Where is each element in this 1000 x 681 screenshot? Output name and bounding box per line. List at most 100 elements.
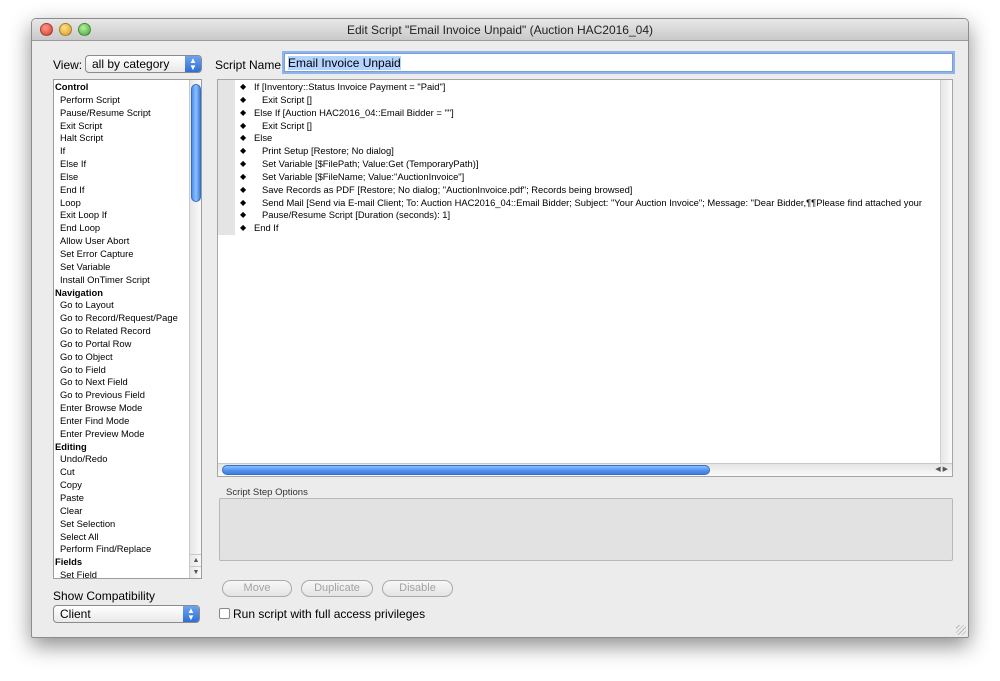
script-line[interactable]: ◆ If [Inventory::Status Invoice Payment =…: [218, 81, 940, 94]
script-line-text: Pause/Resume Script [Duration (seconds):…: [262, 209, 451, 221]
disable-button[interactable]: Disable: [382, 580, 453, 597]
drag-handle-icon[interactable]: ◆: [240, 222, 246, 235]
step-category: Editing: [55, 440, 87, 452]
step-item[interactable]: Select All: [54, 531, 201, 544]
drag-handle-icon[interactable]: ◆: [240, 94, 246, 107]
script-line[interactable]: ◆ Send Mail [Send via E-mail Client; To: …: [218, 197, 940, 210]
script-line[interactable]: ◆ Exit Script []: [218, 120, 940, 133]
step-item[interactable]: Set Field: [54, 569, 201, 578]
script-line-text: Save Records as PDF [Restore; No dialog;…: [262, 183, 633, 195]
script-editor[interactable]: ◆ If [Inventory::Status Invoice Payment =…: [217, 79, 953, 477]
drag-handle-icon[interactable]: ◆: [240, 81, 246, 94]
drag-handle-icon[interactable]: ◆: [240, 184, 246, 197]
step-item[interactable]: Cut: [54, 466, 201, 479]
step-item[interactable]: Go to Previous Field: [54, 389, 201, 402]
script-line-text: Else If [Auction HAC2016_04::Email Bidde…: [254, 106, 454, 118]
step-item[interactable]: Enter Find Mode: [54, 415, 201, 428]
checkbox-icon[interactable]: [219, 608, 230, 619]
step-item[interactable]: Set Error Capture: [54, 248, 201, 261]
script-hscroll-thumb[interactable]: [222, 465, 710, 475]
view-label: View:: [53, 58, 83, 72]
step-item[interactable]: Allow User Abort: [54, 235, 201, 248]
step-item[interactable]: Pause/Resume Script: [54, 107, 201, 120]
script-line[interactable]: ◆ Print Setup [Restore; No dialog]: [218, 145, 940, 158]
window-title: Edit Script "Email Invoice Unpaid" (Auct…: [347, 23, 653, 37]
script-line-text: Set Variable [$FilePath; Value:Get (Temp…: [262, 158, 479, 170]
script-steps-list[interactable]: Control Perform Script Pause/Resume Script…: [53, 79, 202, 579]
script-line[interactable]: ◆ Else: [218, 132, 940, 145]
script-name-value: Email Invoice Unpaid: [288, 56, 401, 70]
script-line-text: Set Variable [$FileName; Value:"AuctionI…: [262, 170, 465, 182]
step-item[interactable]: Go to Layout: [54, 299, 201, 312]
steps-scrollbar[interactable]: ▲ ▼: [189, 80, 201, 578]
script-line-text: Send Mail [Send via E-mail Client; To: A…: [262, 196, 922, 208]
step-item[interactable]: Go to Record/Request/Page: [54, 312, 201, 325]
step-item[interactable]: Else If: [54, 158, 201, 171]
step-item[interactable]: Else: [54, 171, 201, 184]
script-line-text: Exit Script []: [262, 93, 313, 105]
steps-scroll-thumb[interactable]: [191, 84, 201, 202]
compatibility-popup[interactable]: Client ▲ ▼: [53, 605, 200, 623]
drag-handle-icon[interactable]: ◆: [240, 145, 246, 158]
script-line-text: Else: [254, 132, 273, 144]
scroll-up-arrow-icon[interactable]: ▲: [190, 554, 201, 566]
step-item[interactable]: Clear: [54, 505, 201, 518]
step-item[interactable]: Go to Related Record: [54, 325, 201, 338]
step-item[interactable]: Install OnTimer Script: [54, 274, 201, 287]
step-item[interactable]: Set Variable: [54, 261, 201, 274]
script-line[interactable]: ◆ Pause/Resume Script [Duration (seconds)…: [218, 209, 940, 222]
step-item[interactable]: Perform Find/Replace: [54, 543, 201, 556]
compatibility-selected: Client: [60, 607, 91, 621]
scroll-left-arrow-icon[interactable]: ◀: [935, 466, 942, 473]
drag-handle-icon[interactable]: ◆: [240, 132, 246, 145]
full-access-checkbox[interactable]: Run script with full access privileges: [219, 607, 425, 621]
step-item[interactable]: Halt Script: [54, 132, 201, 145]
step-item[interactable]: Enter Browse Mode: [54, 402, 201, 415]
drag-handle-icon[interactable]: ◆: [240, 197, 246, 210]
script-step-options-panel: [219, 498, 953, 561]
step-item[interactable]: End If: [54, 184, 201, 197]
move-button[interactable]: Move: [222, 580, 292, 597]
edit-script-window: Edit Script "Email Invoice Unpaid" (Auct…: [31, 18, 969, 638]
drag-handle-icon[interactable]: ◆: [240, 107, 246, 120]
step-item[interactable]: Go to Next Field: [54, 376, 201, 389]
step-item[interactable]: Go to Object: [54, 351, 201, 364]
script-line[interactable]: ◆ Set Variable [$FileName; Value:"Auction…: [218, 171, 940, 184]
script-line[interactable]: ◆ Else If [Auction HAC2016_04::Email Bidd…: [218, 107, 940, 120]
step-item[interactable]: End Loop: [54, 222, 201, 235]
script-vertical-scrollbar[interactable]: [940, 80, 952, 464]
title-bar: Edit Script "Email Invoice Unpaid" (Auct…: [32, 19, 968, 41]
step-item[interactable]: Exit Loop If: [54, 209, 201, 222]
scroll-down-arrow-icon[interactable]: ▼: [190, 566, 201, 578]
view-popup[interactable]: all by category ▲ ▼: [85, 55, 202, 73]
drag-handle-icon[interactable]: ◆: [240, 158, 246, 171]
script-line[interactable]: ◆ Set Variable [$FilePath; Value:Get (Tem…: [218, 158, 940, 171]
drag-handle-icon[interactable]: ◆: [240, 171, 246, 184]
step-item[interactable]: Paste: [54, 492, 201, 505]
drag-handle-icon[interactable]: ◆: [240, 209, 246, 222]
script-name-input[interactable]: Email Invoice Unpaid: [284, 53, 953, 72]
resize-grip-icon[interactable]: [956, 625, 966, 635]
step-item[interactable]: Copy: [54, 479, 201, 492]
drag-handle-icon[interactable]: ◆: [240, 120, 246, 133]
chevron-updown-icon: ▲ ▼: [183, 606, 199, 622]
step-item[interactable]: If: [54, 145, 201, 158]
step-item[interactable]: Go to Field: [54, 364, 201, 377]
step-category: Navigation: [55, 286, 103, 298]
script-horizontal-scrollbar[interactable]: ◀▶: [218, 463, 952, 476]
script-line-text: If [Inventory::Status Invoice Payment = …: [254, 81, 446, 92]
step-item[interactable]: Go to Portal Row: [54, 338, 201, 351]
step-item[interactable]: Set Selection: [54, 518, 201, 531]
script-line[interactable]: ◆ Save Records as PDF [Restore; No dialog…: [218, 184, 940, 197]
step-item[interactable]: Perform Script: [54, 94, 201, 107]
duplicate-button[interactable]: Duplicate: [301, 580, 373, 597]
step-item[interactable]: Enter Preview Mode: [54, 428, 201, 441]
step-item[interactable]: Exit Script: [54, 120, 201, 133]
script-line[interactable]: ◆ End If: [218, 222, 940, 235]
view-selected: all by category: [92, 57, 170, 71]
step-item[interactable]: Loop: [54, 197, 201, 210]
scroll-right-arrow-icon[interactable]: ▶: [943, 466, 950, 473]
step-item[interactable]: Undo/Redo: [54, 453, 201, 466]
script-line[interactable]: ◆ Exit Script []: [218, 94, 940, 107]
step-category: Control: [55, 81, 89, 92]
